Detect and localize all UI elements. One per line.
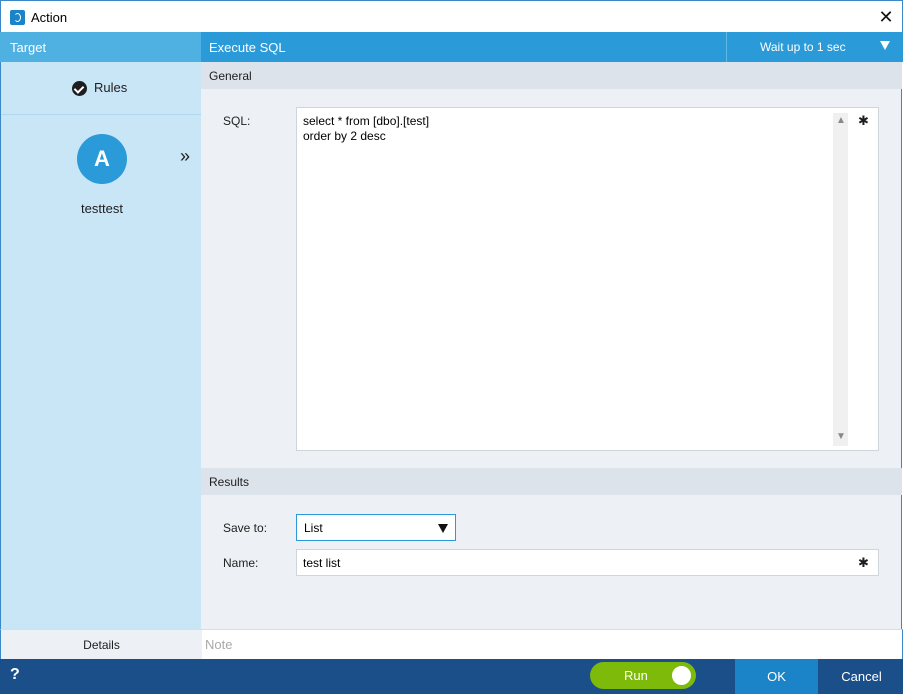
- name-label: Name:: [223, 556, 259, 570]
- title-bar: Action ✕: [0, 0, 903, 32]
- main-panel: General SQL: select * from [dbo].[test] …: [201, 62, 902, 629]
- close-icon[interactable]: ✕: [875, 6, 897, 28]
- app-logo-icon: [10, 10, 25, 25]
- chevron-down-icon: [438, 524, 448, 533]
- sql-label: SQL:: [223, 114, 251, 128]
- details-tab[interactable]: Details: [1, 630, 202, 659]
- target-name: testtest: [81, 201, 123, 216]
- window-title: Action: [31, 10, 68, 25]
- double-chevron-right-icon[interactable]: »: [180, 146, 190, 167]
- rules-label: Rules: [94, 80, 128, 95]
- name-value[interactable]: test list: [303, 556, 340, 570]
- target-header-label: Target: [0, 32, 201, 62]
- general-section-header: General: [201, 62, 902, 89]
- scroll-up-icon[interactable]: ▲: [836, 115, 846, 126]
- run-label: Run: [624, 668, 648, 683]
- scroll-down-icon[interactable]: ▼: [836, 431, 846, 442]
- magic-wand-icon[interactable]: ✱: [858, 555, 869, 571]
- help-icon[interactable]: ?: [10, 666, 20, 684]
- ok-button[interactable]: OK: [735, 659, 818, 694]
- toggle-knob[interactable]: [670, 664, 693, 687]
- cancel-button[interactable]: Cancel: [820, 659, 903, 694]
- header-divider: [726, 32, 727, 62]
- details-bar: Details Note: [0, 629, 903, 659]
- note-input[interactable]: Note: [205, 637, 232, 652]
- action-type-label: Execute SQL: [209, 40, 286, 55]
- results-section-header: Results: [201, 468, 902, 495]
- sql-editor[interactable]: select * from [dbo].[test] order by 2 de…: [296, 107, 879, 451]
- chevron-down-icon[interactable]: [880, 41, 890, 50]
- sidebar: Rules A » testtest: [0, 62, 201, 629]
- save-to-value: List: [304, 521, 323, 535]
- magic-wand-icon[interactable]: ✱: [858, 113, 869, 129]
- footer-bar: ? Run OK Cancel: [0, 659, 903, 694]
- sql-scrollbar[interactable]: ▲ ▼: [833, 113, 848, 446]
- sidebar-item-rules[interactable]: Rules: [1, 62, 201, 115]
- avatar[interactable]: A: [77, 134, 127, 184]
- run-toggle[interactable]: Run: [590, 662, 696, 689]
- name-input[interactable]: test list ✱: [296, 549, 879, 576]
- save-to-label: Save to:: [223, 521, 268, 535]
- sql-text[interactable]: select * from [dbo].[test] order by 2 de…: [303, 114, 429, 144]
- save-to-select[interactable]: List: [296, 514, 456, 541]
- header-bar: Target Execute SQL Wait up to 1 sec: [0, 32, 903, 62]
- wait-dropdown-label[interactable]: Wait up to 1 sec: [760, 40, 846, 54]
- check-circle-icon: [72, 81, 87, 96]
